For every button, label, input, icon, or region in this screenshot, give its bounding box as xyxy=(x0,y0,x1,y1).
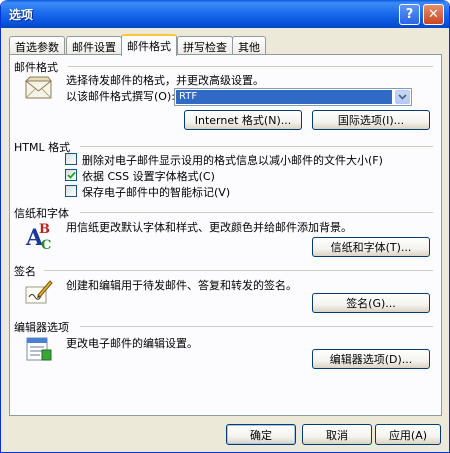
signature-divider xyxy=(44,270,433,271)
mail-format-description: 选择待发邮件的格式，并更改高级设置。 xyxy=(66,74,264,87)
fonts-icon: A B C xyxy=(25,222,51,251)
international-options-button[interactable]: 国际选项(I)... xyxy=(312,110,430,130)
css-fonts-checkbox[interactable] xyxy=(65,169,77,181)
help-button[interactable]: ? xyxy=(399,4,420,25)
options-dialog: 选项 ? ✕ 首选参数 邮件设置 邮件格式 拼写检查 其他 邮件格式 选择待发邮… xyxy=(0,0,450,453)
tab-spelling[interactable]: 拼写检查 xyxy=(177,36,233,55)
chevron-down-icon[interactable] xyxy=(395,90,410,104)
cancel-button[interactable]: 取消 xyxy=(302,424,372,445)
strip-format-checkbox[interactable] xyxy=(65,153,77,165)
editor-description: 更改电子邮件的编辑设置。 xyxy=(66,337,198,350)
close-button[interactable]: ✕ xyxy=(423,4,444,25)
stationery-divider xyxy=(80,212,433,213)
tab-preferences[interactable]: 首选参数 xyxy=(9,36,65,55)
compose-format-label: 以该邮件格式撰写(O): xyxy=(66,90,175,103)
compose-format-value: RTF xyxy=(176,90,392,104)
smart-tags-label: 保存电子邮件中的智能标记(V) xyxy=(82,186,231,199)
mail-format-divider xyxy=(68,66,433,67)
tab-other[interactable]: 其他 xyxy=(232,36,266,55)
stationery-fonts-button[interactable]: 信纸和字体(T)... xyxy=(312,237,430,257)
tab-mail-format[interactable]: 邮件格式 xyxy=(121,34,177,56)
window-title: 选项 xyxy=(9,8,34,22)
tab-panel-mail-format: 邮件格式 选择待发邮件的格式，并更改高级设置。 以该邮件格式撰写(O): RTF… xyxy=(9,54,442,416)
editor-divider xyxy=(80,326,433,327)
svg-text:B: B xyxy=(39,222,50,237)
internet-format-button[interactable]: Internet 格式(N)... xyxy=(184,110,302,130)
html-format-header: HTML 格式 xyxy=(14,141,71,154)
editor-document-icon xyxy=(26,337,52,361)
title-bar[interactable]: 选项 ? ✕ xyxy=(1,0,449,28)
checkmark-icon xyxy=(67,171,76,179)
signature-pen-icon xyxy=(25,280,53,304)
css-fonts-label: 依据 CSS 设置字体格式(C) xyxy=(82,170,215,183)
editor-header: 编辑器选项 xyxy=(14,321,69,334)
envelope-icon xyxy=(24,76,52,99)
apply-button[interactable]: 应用(A) xyxy=(375,424,441,445)
svg-text:C: C xyxy=(41,238,51,251)
signature-description: 创建和编辑用于待发邮件、答复和转发的签名。 xyxy=(66,279,297,292)
tab-mail-setup[interactable]: 邮件设置 xyxy=(66,36,122,55)
compose-format-select[interactable]: RTF xyxy=(174,88,412,106)
strip-format-label: 删除对电子邮件显示设用的格式信息以减小邮件的文件大小(F) xyxy=(82,154,383,167)
ok-button[interactable]: 确定 xyxy=(226,424,296,445)
stationery-description: 用信纸更改默认字体和样式、更改颜色并给邮件添加背景。 xyxy=(66,221,352,234)
editor-options-button[interactable]: 编辑器选项(D)... xyxy=(312,349,430,369)
html-format-divider xyxy=(80,146,433,147)
smart-tags-checkbox[interactable] xyxy=(65,185,77,197)
signatures-button[interactable]: 签名(G)... xyxy=(312,293,430,313)
mail-format-header: 邮件格式 xyxy=(14,61,58,74)
